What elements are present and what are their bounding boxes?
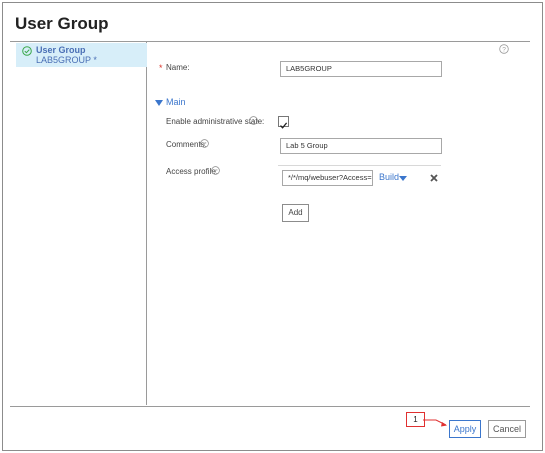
add-button[interactable]: Add — [282, 204, 309, 222]
nav-item-subtitle[interactable]: LAB5GROUP * — [36, 55, 97, 65]
page-title: User Group — [15, 14, 109, 33]
access-profile-divider — [278, 165, 441, 166]
checkmark-icon — [280, 122, 288, 129]
access-profile-field[interactable]: */*/mq/webuser?Access=r — [282, 170, 373, 186]
triangle-down-icon[interactable] — [399, 176, 407, 181]
name-label: Name: — [166, 63, 190, 72]
nav-item-title[interactable]: User Group — [36, 45, 86, 55]
name-field[interactable]: LAB5GROUP — [280, 61, 442, 77]
navigation-pane — [10, 42, 147, 405]
check-circle-icon — [22, 46, 32, 56]
apply-button[interactable]: Apply — [449, 420, 481, 438]
remove-x-icon[interactable] — [430, 174, 438, 182]
enable-admin-state-checkbox[interactable] — [278, 116, 289, 129]
svg-text:i: i — [204, 142, 206, 148]
svg-text:?: ? — [502, 46, 506, 53]
svg-text:i: i — [215, 169, 217, 175]
svg-text:i: i — [253, 119, 255, 125]
callout-arrow-icon — [423, 419, 447, 427]
question-circle-icon[interactable]: ? — [499, 44, 509, 54]
info-icon[interactable]: i — [211, 166, 220, 175]
triangle-down-icon[interactable] — [155, 100, 163, 106]
info-icon[interactable]: i — [249, 116, 258, 125]
build-dropdown[interactable]: Build — [379, 172, 399, 182]
required-marker: * — [159, 63, 163, 73]
cancel-button[interactable]: Cancel — [488, 420, 526, 438]
footer-divider — [10, 406, 530, 407]
comments-field[interactable]: Lab 5 Group — [280, 138, 442, 154]
info-icon[interactable]: i — [200, 139, 209, 148]
section-main-toggle[interactable]: Main — [166, 97, 186, 107]
